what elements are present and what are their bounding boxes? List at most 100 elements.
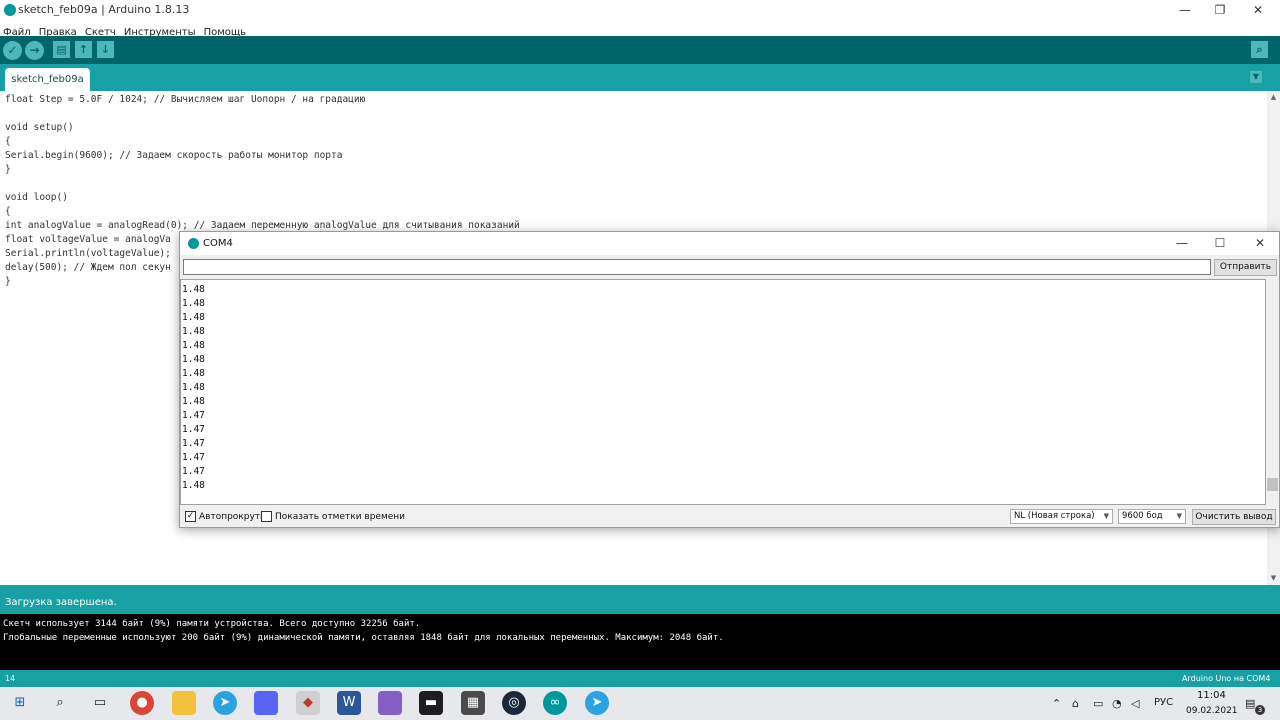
arduino-app-icon: [188, 238, 199, 249]
close-button[interactable]: ✕: [1240, 0, 1276, 20]
paint-icon[interactable]: ◆: [296, 691, 320, 715]
telegram-taskbar-icon[interactable]: ➤: [585, 691, 609, 715]
telegram-icon[interactable]: ➤: [213, 691, 237, 715]
serial-title-bar: [180, 232, 1279, 255]
code-line: float Step = 5.0F / 1024; // Вычисляем ш…: [5, 94, 366, 105]
clear-output-button[interactable]: Очистить вывод: [1192, 509, 1276, 525]
serial-send-input[interactable]: [183, 259, 1211, 275]
maximize-button[interactable]: ❐: [1202, 0, 1238, 20]
chevron-down-icon: ▼: [1176, 512, 1182, 520]
timestamps-label: Показать отметки времени: [275, 512, 406, 522]
tray-battery-icon[interactable]: ▭: [1093, 697, 1103, 710]
tab-bar: [0, 64, 1280, 91]
code-line: }: [5, 276, 11, 287]
tray-wifi-icon[interactable]: ◔: [1112, 697, 1122, 710]
terminal-icon[interactable]: ▬: [419, 691, 443, 715]
tray-chevron-up-icon[interactable]: ⌃: [1052, 697, 1061, 710]
tab-menu-icon[interactable]: ▼: [1250, 71, 1262, 83]
console-output: Скетч использует 3144 байт (9%) памяти у…: [0, 614, 1280, 670]
code-line: Serial.begin(9600); // Задаем скорость р…: [5, 150, 343, 161]
tab-sketch[interactable]: sketch_feb09a: [5, 68, 90, 91]
clock-time[interactable]: 11:04: [1197, 690, 1226, 701]
serial-close-button[interactable]: ✕: [1240, 232, 1280, 255]
serial-monitor-icon[interactable]: ⌕: [1251, 41, 1268, 58]
serial-output-line: 1.47: [182, 438, 205, 449]
window-title: sketch_feb09a | Arduino 1.8.13: [18, 3, 190, 16]
code-line: void loop(): [5, 192, 68, 203]
toolbar: [0, 36, 1280, 64]
serial-output-line: 1.48: [182, 480, 205, 491]
serial-scrollbar[interactable]: [1266, 279, 1279, 505]
discord-icon[interactable]: [254, 691, 278, 715]
code-line: Serial.println(voltageValue);: [5, 248, 171, 259]
arduino-app-icon: [4, 4, 16, 16]
line-number: 14: [5, 674, 16, 683]
serial-maximize-button[interactable]: ☐: [1200, 232, 1240, 255]
search-icon[interactable]: ⌕: [48, 691, 72, 715]
save-sketch-button[interactable]: ↓: [97, 41, 114, 58]
minimize-button[interactable]: —: [1167, 0, 1203, 20]
scroll-down-icon[interactable]: ▼: [1267, 572, 1280, 585]
status-message: Загрузка завершена.: [5, 597, 117, 608]
serial-output-line: 1.47: [182, 410, 205, 421]
serial-output-line: 1.48: [182, 340, 205, 351]
start-icon[interactable]: ⊞: [8, 691, 32, 715]
menu-bar: Файл Правка Скетч Инструменты Помощь: [0, 20, 1280, 38]
steam-icon[interactable]: ◎: [502, 691, 526, 715]
console-line: Глобальные переменные используют 200 бай…: [3, 633, 724, 643]
task-view-icon[interactable]: ▭: [88, 691, 112, 715]
open-sketch-button[interactable]: ↑: [75, 41, 92, 58]
line-ending-value: NL (Новая строка): [1014, 511, 1095, 521]
baud-rate-value: 9600 бод: [1122, 511, 1163, 521]
arduino-taskbar-icon[interactable]: ∞: [543, 691, 567, 715]
board-port: Arduino Uno на COM4: [1182, 674, 1271, 683]
scroll-up-icon[interactable]: ▲: [1267, 91, 1280, 104]
upload-button[interactable]: →: [25, 41, 44, 60]
code-line: }: [5, 164, 11, 175]
footer-bar: [0, 670, 1280, 687]
send-button[interactable]: Отправить: [1214, 259, 1277, 276]
code-line: void setup(): [5, 122, 74, 133]
tray-volume-icon[interactable]: ◁: [1131, 697, 1139, 710]
serial-output-line: 1.48: [182, 312, 205, 323]
serial-output-line: 1.48: [182, 396, 205, 407]
notification-count-badge: 3: [1255, 705, 1265, 715]
serial-output-line: 1.48: [182, 354, 205, 365]
chevron-down-icon: ▼: [1103, 512, 1109, 520]
serial-output-line: 1.48: [182, 368, 205, 379]
serial-minimize-button[interactable]: —: [1162, 232, 1202, 255]
file-explorer-icon[interactable]: [172, 691, 196, 715]
title-bar: sketch_feb09a | Arduino 1.8.13: [0, 0, 1280, 20]
visual-studio-icon[interactable]: [378, 691, 402, 715]
line-ending-select[interactable]: NL (Новая строка) ▼: [1010, 509, 1113, 524]
status-bar: [0, 585, 1280, 614]
autoscroll-checkbox[interactable]: ✓: [185, 511, 196, 522]
tray-network-icon[interactable]: ⌂: [1072, 697, 1079, 710]
console-line: Скетч использует 3144 байт (9%) памяти у…: [3, 619, 421, 629]
serial-window-title: COM4: [203, 238, 233, 249]
serial-output-line: 1.48: [182, 284, 205, 295]
timestamps-checkbox[interactable]: [261, 511, 272, 522]
code-line: {: [5, 136, 11, 147]
serial-output-line: 1.48: [182, 298, 205, 309]
code-line: delay(500); // Ждем пол секун: [5, 262, 171, 273]
serial-output-line: 1.48: [182, 382, 205, 393]
verify-button[interactable]: ✓: [3, 41, 22, 60]
word-icon[interactable]: W: [337, 691, 361, 715]
serial-scroll-thumb[interactable]: [1267, 478, 1278, 491]
code-line: {: [5, 206, 11, 217]
code-line: int analogValue = analogRead(0); // Зада…: [5, 220, 520, 231]
tray-language[interactable]: РУС: [1154, 697, 1173, 708]
calculator-icon[interactable]: ▦: [461, 691, 485, 715]
serial-output-line: 1.47: [182, 466, 205, 477]
clock-date[interactable]: 09.02.2021: [1186, 706, 1238, 716]
serial-output-line: 1.48: [182, 326, 205, 337]
notification-icon[interactable]: ▤: [1245, 697, 1255, 710]
chrome-icon[interactable]: ●: [130, 691, 154, 715]
serial-output-area[interactable]: [180, 279, 1266, 505]
baud-rate-select[interactable]: 9600 бод ▼: [1118, 509, 1186, 524]
serial-output-line: 1.47: [182, 424, 205, 435]
new-sketch-button[interactable]: ▤: [53, 41, 70, 58]
code-line: float voltageValue = analogVa: [5, 234, 171, 245]
serial-output-line: 1.47: [182, 452, 205, 463]
